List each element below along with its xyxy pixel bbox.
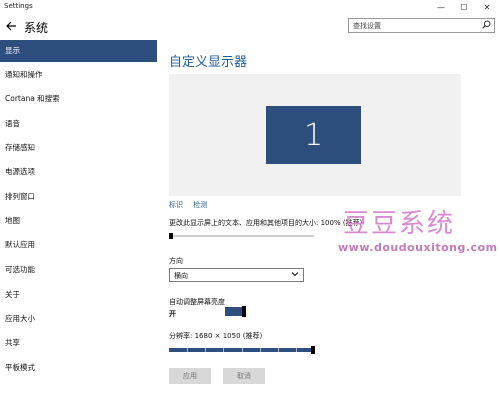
minimize-icon[interactable]: — — [430, 0, 452, 14]
auto-brightness-label: 自动调整屏幕亮度 — [169, 298, 225, 306]
page-title: 系统 — [24, 21, 49, 35]
section-title: 自定义显示器 — [169, 55, 248, 70]
resolution-tick — [278, 348, 279, 352]
resolution-slider[interactable] — [169, 346, 315, 354]
display-arrangement-area: 1 — [169, 74, 461, 196]
maximize-icon[interactable]: ☐ — [453, 0, 475, 14]
cancel-button[interactable]: 取消 — [223, 368, 265, 384]
sidebar-item-tablet-mode[interactable]: 平板模式 — [0, 357, 157, 379]
sidebar-item-storage[interactable]: 存储感知 — [0, 137, 157, 159]
title-bar: Settings — ☐ ✕ — [0, 0, 500, 14]
resolution-slider-thumb[interactable] — [311, 346, 315, 354]
sidebar-item-maps[interactable]: 地图 — [0, 210, 157, 232]
sidebar-item-power[interactable]: 电源选项 — [0, 161, 157, 183]
resolution-tick — [296, 348, 297, 352]
watermark-text: 豆豆系统 — [343, 209, 456, 239]
display-links: 标识 检测 — [169, 200, 215, 210]
search-input[interactable] — [349, 19, 478, 32]
orientation-label: 方向 — [169, 257, 183, 265]
sidebar: 显示 通知和操作 Cortana 和搜索 语音 存储感知 电源选项 排列窗口 地… — [0, 38, 157, 406]
sidebar-item-default-apps[interactable]: 默认应用 — [0, 234, 157, 256]
identify-link[interactable]: 标识 — [169, 201, 183, 209]
scale-label: 更改此显示屏上的文本、应用和其他项目的大小: 100% (推荐) — [169, 219, 363, 227]
window-title: Settings — [4, 2, 33, 10]
watermark: 豆豆系统 www.doudouxitong.com — [338, 203, 498, 261]
sidebar-item-cortana[interactable]: Cortana 和搜索 — [0, 88, 157, 110]
sidebar-item-about[interactable]: 关于 — [0, 284, 157, 306]
resolution-tick — [187, 348, 188, 352]
monitor-tile[interactable]: 1 — [266, 106, 361, 164]
close-icon[interactable]: ✕ — [476, 0, 498, 14]
search-icon[interactable] — [482, 20, 491, 32]
orientation-dropdown[interactable]: 横向 — [169, 268, 304, 282]
auto-brightness-toggle[interactable] — [225, 306, 246, 317]
sidebar-item-speech[interactable]: 语音 — [0, 113, 157, 135]
search-box[interactable] — [348, 18, 495, 33]
watermark-url: www.doudouxitong.com — [338, 241, 498, 254]
orientation-value: 横向 — [174, 272, 188, 280]
sidebar-item-share[interactable]: 共享 — [0, 332, 157, 354]
resolution-tick — [260, 348, 261, 352]
sidebar-item-multitasking[interactable]: 排列窗口 — [0, 186, 157, 208]
sidebar-item-optional-features[interactable]: 可选功能 — [0, 259, 157, 281]
apply-button[interactable]: 应用 — [169, 368, 211, 384]
sidebar-item-notifications[interactable]: 通知和操作 — [0, 64, 157, 86]
sidebar-item-app-size[interactable]: 应用大小 — [0, 308, 157, 330]
back-arrow-icon[interactable] — [4, 19, 18, 33]
chevron-down-icon — [291, 270, 299, 280]
toggle-knob — [242, 306, 246, 317]
settings-window: Settings — ☐ ✕ 系统 显示 通知和操作 Cortana 和搜索 语… — [0, 0, 500, 406]
scale-slider-thumb[interactable] — [169, 233, 173, 239]
scale-slider[interactable] — [169, 233, 314, 239]
resolution-tick — [223, 348, 224, 352]
resolution-tick — [205, 348, 206, 352]
sidebar-item-display[interactable]: 显示 — [0, 40, 157, 62]
detect-link[interactable]: 检测 — [193, 201, 207, 209]
resolution-tick — [242, 348, 243, 352]
resolution-label: 分辨率: 1680 × 1050 (推荐) — [169, 332, 263, 340]
toggle-state-label: 开 — [169, 310, 176, 318]
